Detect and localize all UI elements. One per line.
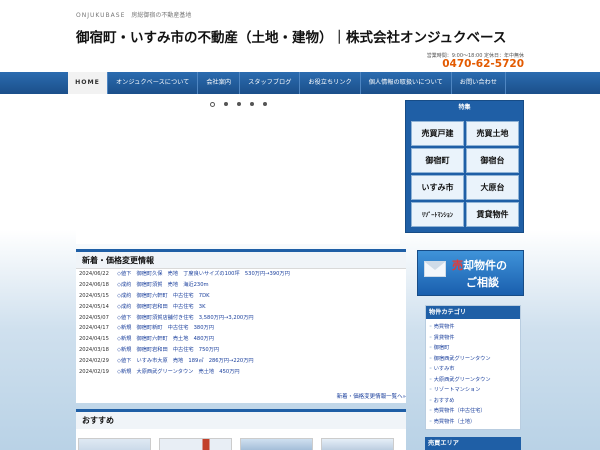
list-item: 2024/03/18 ◇新規 御宿町岩和田 中古住宅 750万円 — [79, 345, 406, 356]
category-item[interactable]: 賃貸物件 — [429, 333, 520, 344]
category-item[interactable]: おすすめ — [429, 396, 520, 407]
feature-sale-house-button[interactable]: 売買戸建 — [411, 121, 464, 146]
category-item[interactable]: 大原西武グリーンタウン — [429, 375, 520, 386]
category-item[interactable]: いすみ市 — [429, 364, 520, 375]
news-link[interactable]: ◇値下 御宿町久保 売地 丁度良いサイズの100坪 530万円→390万円 — [117, 271, 290, 277]
news-link[interactable]: ◇新規 御宿町新町 中古住宅 380万円 — [117, 325, 214, 331]
news-link[interactable]: ◇成約 御宿町岩和田 中古住宅 3K — [117, 304, 206, 310]
sale-area-title: 売買エリア — [425, 437, 521, 450]
slider-dot[interactable] — [263, 102, 267, 106]
tagline-brand: ONJUKUBASE — [76, 12, 126, 19]
feature-sale-land-button[interactable]: 売買土地 — [466, 121, 519, 146]
nav-links[interactable]: お役立ちリンク — [300, 72, 361, 94]
feature-resort-mansion-button[interactable]: ﾘｿﾞｰﾄﾏﾝｼｮﾝ — [411, 202, 464, 227]
tagline-sub: 房総御宿の不動産基地 — [131, 12, 192, 19]
recommend-section: おすすめ — [76, 409, 406, 450]
news-link[interactable]: ◇値下 いすみ市大原 売地 189㎡ 286万円→220万円 — [117, 358, 254, 364]
news-title: 新着・価格変更情報 — [76, 252, 406, 269]
nav-staff-blog[interactable]: スタッフブログ — [240, 72, 301, 94]
news-date: 2024/05/14 — [79, 303, 109, 310]
news-list: 2024/06/22 ◇値下 御宿町久保 売地 丁度良いサイズの100坪 530万… — [76, 269, 406, 378]
list-item: 2024/02/19 ◇新規 大原西武グリーンタウン 売土地 450万円 — [79, 367, 406, 378]
feature-onjukudai-button[interactable]: 御宿台 — [466, 148, 519, 173]
list-item: 2024/06/22 ◇値下 御宿町久保 売地 丁度良いサイズの100坪 530万… — [79, 269, 406, 280]
banner-red-char: 売 — [452, 259, 463, 272]
list-item: 2024/05/14 ◇成約 御宿町岩和田 中古住宅 3K — [79, 302, 406, 313]
news-date: 2024/04/17 — [79, 325, 109, 332]
news-link[interactable]: ◇成約 御宿町須賀 売地 海近230m — [117, 282, 209, 288]
list-item: 2024/05/15 ◇成約 御宿町六軒町 中古住宅 7DK — [79, 291, 406, 302]
feature-panel: 特集 売買戸建 売買土地 御宿町 御宿台 いすみ市 大原台 ﾘｿﾞｰﾄﾏﾝｼｮﾝ… — [405, 100, 524, 233]
news-section: 新着・価格変更情報 2024/06/22 ◇値下 御宿町久保 売地 丁度良いサイズ… — [76, 249, 406, 403]
page-title[interactable]: 御宿町・いすみ市の不動産（土地・建物）｜株式会社オンジュクベース — [76, 26, 506, 46]
news-link[interactable]: ◇値下 御宿町須賀店舗付き住宅 3,580万円→3,200万円 — [117, 315, 254, 321]
slider-dot[interactable] — [224, 102, 228, 106]
banner-line1: 売却物件の — [452, 257, 507, 273]
news-date: 2024/05/15 — [79, 292, 109, 299]
category-item[interactable]: リゾートマンション — [429, 385, 520, 396]
news-date: 2024/05/07 — [79, 314, 109, 321]
nav-about[interactable]: オンジュクベースについて — [108, 72, 199, 94]
list-item: 2024/06/18 ◇成約 御宿町須賀 売地 海近230m — [79, 280, 406, 291]
feature-onjuku-button[interactable]: 御宿町 — [411, 148, 464, 173]
main-nav: HOME オンジュクベースについて 会社案内 スタッフブログ お役立ちリンク 個… — [0, 72, 600, 94]
slider-dot[interactable] — [210, 102, 215, 107]
site-header: ONJUKUBASE 房総御宿の不動産基地 御宿町・いすみ市の不動産（土地・建物）… — [0, 0, 600, 72]
banner-line2: ご相談 — [466, 276, 499, 289]
property-thumbnail[interactable] — [240, 438, 313, 450]
slider-dot[interactable] — [237, 102, 241, 106]
list-item: 2024/04/17 ◇新規 御宿町新町 中古住宅 380万円 — [79, 323, 406, 334]
sale-consult-banner[interactable]: 売却物件の ご相談 — [417, 250, 524, 296]
recommend-title: おすすめ — [76, 412, 406, 429]
nav-home[interactable]: HOME — [68, 72, 108, 94]
news-date: 2024/04/15 — [79, 336, 109, 343]
category-title: 物件カテゴリ — [426, 306, 520, 319]
list-item: 2024/05/07 ◇値下 御宿町須賀店舗付き住宅 3,580万円→3,200万… — [79, 313, 406, 324]
news-date: 2024/02/29 — [79, 358, 109, 365]
property-thumbnail[interactable] — [321, 438, 394, 450]
category-item[interactable]: 御宿西武グリーンタウン — [429, 354, 520, 365]
news-date: 2024/03/18 — [79, 347, 109, 354]
category-list: 売買物件 賃貸物件 御宿町 御宿西武グリーンタウン いすみ市 大原西武グリーンタ… — [426, 319, 520, 427]
mail-icon — [424, 261, 446, 277]
news-link[interactable]: ◇新規 御宿町岩和田 中古住宅 750万円 — [117, 347, 219, 353]
list-item: 2024/02/29 ◇値下 いすみ市大原 売地 189㎡ 286万円→220万円 — [79, 356, 406, 367]
news-link[interactable]: ◇新規 御宿町六軒町 売土地 480万円 — [117, 336, 214, 342]
slider-dots — [210, 102, 267, 107]
category-item[interactable]: 御宿町 — [429, 343, 520, 354]
phone-number[interactable]: 0470-62-5720 — [442, 58, 524, 70]
list-item: 2024/04/15 ◇新規 御宿町六軒町 売土地 480万円 — [79, 334, 406, 345]
nav-privacy[interactable]: 個人情報の取扱いについて — [361, 72, 452, 94]
nav-contact[interactable]: お問い合わせ — [452, 72, 506, 94]
news-more-link[interactable]: 新着・価格変更情報一覧へ» — [337, 392, 406, 400]
property-category-widget: 物件カテゴリ 売買物件 賃貸物件 御宿町 御宿西武グリーンタウン いすみ市 大原… — [425, 305, 521, 430]
news-date: 2024/02/19 — [79, 369, 109, 376]
category-item[interactable]: 売買物件 — [429, 322, 520, 333]
property-thumbnail[interactable] — [159, 438, 232, 450]
image-slider — [76, 96, 400, 244]
feature-rental-button[interactable]: 賃貸物件 — [466, 202, 519, 227]
feature-oharadai-button[interactable]: 大原台 — [466, 175, 519, 200]
news-date: 2024/06/22 — [79, 271, 109, 277]
feature-title: 特集 — [458, 104, 471, 111]
news-date: 2024/06/18 — [79, 281, 109, 288]
news-link[interactable]: ◇成約 御宿町六軒町 中古住宅 7DK — [117, 293, 210, 299]
banner-line1-rest: 却物件の — [463, 259, 507, 272]
slider-dot[interactable] — [250, 102, 254, 106]
category-item[interactable]: 売買物件（中古住宅） — [429, 406, 520, 417]
property-thumbnail[interactable] — [78, 438, 151, 450]
site-tagline: ONJUKUBASE 房総御宿の不動産基地 — [76, 10, 191, 19]
news-link[interactable]: ◇新規 大原西武グリーンタウン 売土地 450万円 — [117, 369, 240, 375]
nav-company[interactable]: 会社案内 — [198, 72, 241, 94]
category-item[interactable]: 売買物件（土地） — [429, 417, 520, 428]
feature-isumi-button[interactable]: いすみ市 — [411, 175, 464, 200]
